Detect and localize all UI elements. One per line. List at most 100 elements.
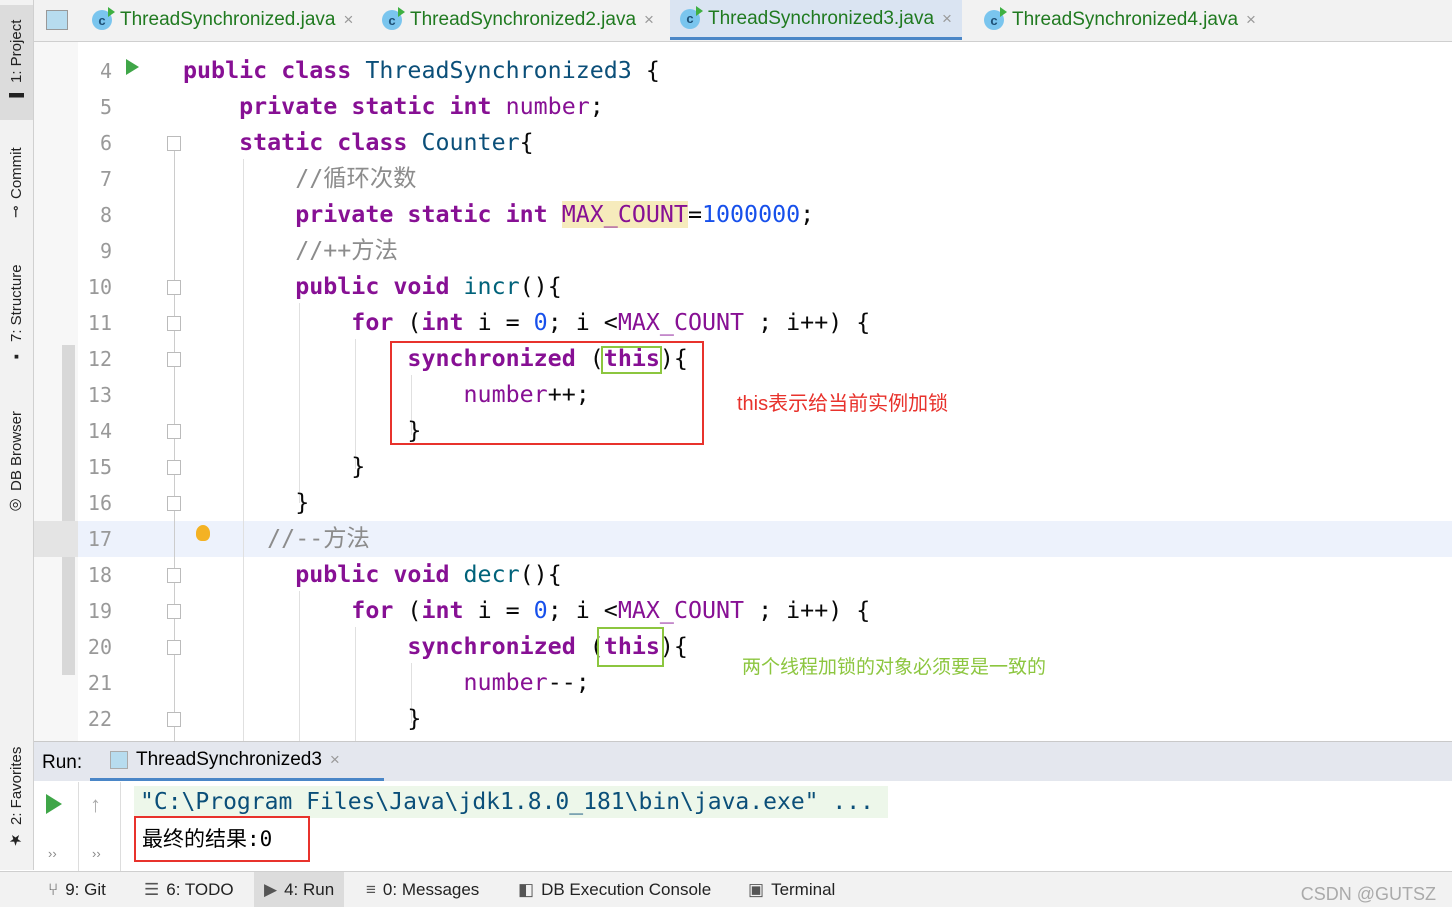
run-header: Run: ThreadSynchronized3 × [34,742,1452,781]
rerun-icon[interactable] [46,794,62,814]
gutter-strip [34,41,78,741]
code-token: private [183,201,408,228]
tab-threadsynchronized4[interactable]: c ThreadSynchronized4.java × [974,0,1266,40]
tool-structure[interactable]: ▪ 7: Structure [0,255,33,375]
close-icon[interactable]: × [343,10,353,30]
run-tab[interactable]: ThreadSynchronized3 × [90,742,384,781]
code-token: 1000000 [701,201,801,228]
run-icon: ▶ [264,879,278,899]
run-gutter-icon[interactable] [126,59,139,75]
code-token: decr [463,561,520,588]
line-number: 21 [87,671,112,695]
code-token: ; i++) { [744,597,871,624]
code-token: int [449,93,506,120]
star-icon: ★ [7,830,25,849]
fold-marker-icon[interactable] [167,604,181,619]
tab-threadsynchronized2[interactable]: c ThreadSynchronized2.java × [372,0,664,40]
git-icon: ⑂ [48,879,59,899]
line-number: 9 [99,239,112,263]
line-number: 13 [87,383,112,407]
code-text: private static int MAX_COUNT=1000000; [183,197,814,233]
code-token: ( [407,597,422,624]
code-token: int [421,597,478,624]
fold-marker-icon[interactable] [167,640,181,655]
line-number: 16 [87,491,112,515]
tool-commit[interactable]: ⊸ Commit [0,135,33,230]
fold-marker-icon[interactable] [167,136,181,151]
line-number: 20 [87,635,112,659]
lightbulb-icon[interactable] [196,525,210,541]
code-token: } [183,417,422,444]
code-line: 9 //++方法 [78,233,1452,269]
code-token: i = [477,309,534,336]
code-line: 12 synchronized (this){ [78,341,1452,377]
code-text: private static int number; [183,89,604,125]
bottom-tab-terminal[interactable]: ▣ Terminal [738,872,845,907]
close-icon[interactable]: × [644,10,654,30]
code-token: MAX_COUNT [561,201,688,228]
fold-marker-icon[interactable] [167,424,181,439]
code-token: static [351,93,450,120]
code-token: int [505,201,562,228]
tool-project[interactable]: ▬ 1: Project [0,5,33,120]
tab-threadsynchronized[interactable]: c ThreadSynchronized.java × [82,0,363,40]
bottom-tab-db-execution-console[interactable]: ◧ DB Execution Console [508,872,721,907]
code-line: 6 static class Counter{ [78,125,1452,161]
more-icon[interactable]: ›› [92,846,101,861]
fold-marker-icon[interactable] [167,496,181,511]
up-arrow-icon[interactable]: ↑ [90,792,101,818]
green-highlight-box [597,627,664,667]
code-text: //循环次数 [183,161,416,197]
divider [78,782,79,872]
code-token: private [183,93,352,120]
code-text: //--方法 [183,521,370,557]
console-command: "C:\Program Files\Java\jdk1.8.0_181\bin\… [134,786,888,818]
bottom-tab-git[interactable]: ⑂ 9: Git [38,872,116,907]
tab-threadsynchronized3[interactable]: c ThreadSynchronized3.java × [670,0,962,40]
fold-marker-icon[interactable] [167,568,181,583]
terminal-icon: ▣ [748,879,765,899]
code-editor[interactable]: 4 public class ThreadSynchronized3 {5 pri… [78,41,1452,741]
code-token: ; [800,201,815,228]
more-icon[interactable]: ›› [48,846,57,861]
run-panel: Run: ThreadSynchronized3 × ↑ ›› ›› "C:\Pr… [34,741,1452,872]
code-token: } [183,453,366,480]
code-text: //++方法 [183,233,398,269]
code-text: public void incr(){ [183,269,562,305]
code-token: } [183,705,422,732]
code-token: (){ [519,561,562,588]
line-number: 17 [87,527,112,551]
code-token: static [183,129,338,156]
code-text: public void decr(){ [183,557,562,593]
code-token: //++方法 [183,237,398,264]
close-icon[interactable]: × [942,9,952,29]
tab-menu-icon[interactable] [46,10,68,30]
tool-favorites[interactable]: ★ 2: Favorites [0,735,33,860]
code-token: public [183,273,394,300]
code-token: incr [463,273,520,300]
code-token: public [183,57,282,84]
code-token: ; i < [547,597,618,624]
fold-marker-icon[interactable] [167,280,181,295]
code-token: 0 [533,597,548,624]
bottom-tab-messages[interactable]: ≡ 0: Messages [356,872,489,907]
code-token: ){ [659,633,688,660]
code-token: static [407,201,506,228]
fold-marker-icon[interactable] [167,352,181,367]
code-token: class [337,129,422,156]
close-icon[interactable]: × [330,750,340,770]
bottom-tab-run[interactable]: ▶ 4: Run [254,872,345,907]
close-icon[interactable]: × [1246,10,1256,30]
fold-marker-icon[interactable] [167,460,181,475]
fold-marker-icon[interactable] [167,316,181,331]
fold-marker-icon[interactable] [167,712,181,727]
bottom-tab-todo[interactable]: ☰ 6: TODO [134,872,244,907]
code-token: { [645,57,660,84]
scrollbar[interactable] [62,345,75,675]
code-token: public [183,561,394,588]
list-icon: ☰ [144,879,160,899]
code-line: 5 private static int number; [78,89,1452,125]
code-token: ; i < [547,309,618,336]
tool-db-browser[interactable]: ◎ DB Browser [0,400,33,525]
line-number: 18 [87,563,112,587]
